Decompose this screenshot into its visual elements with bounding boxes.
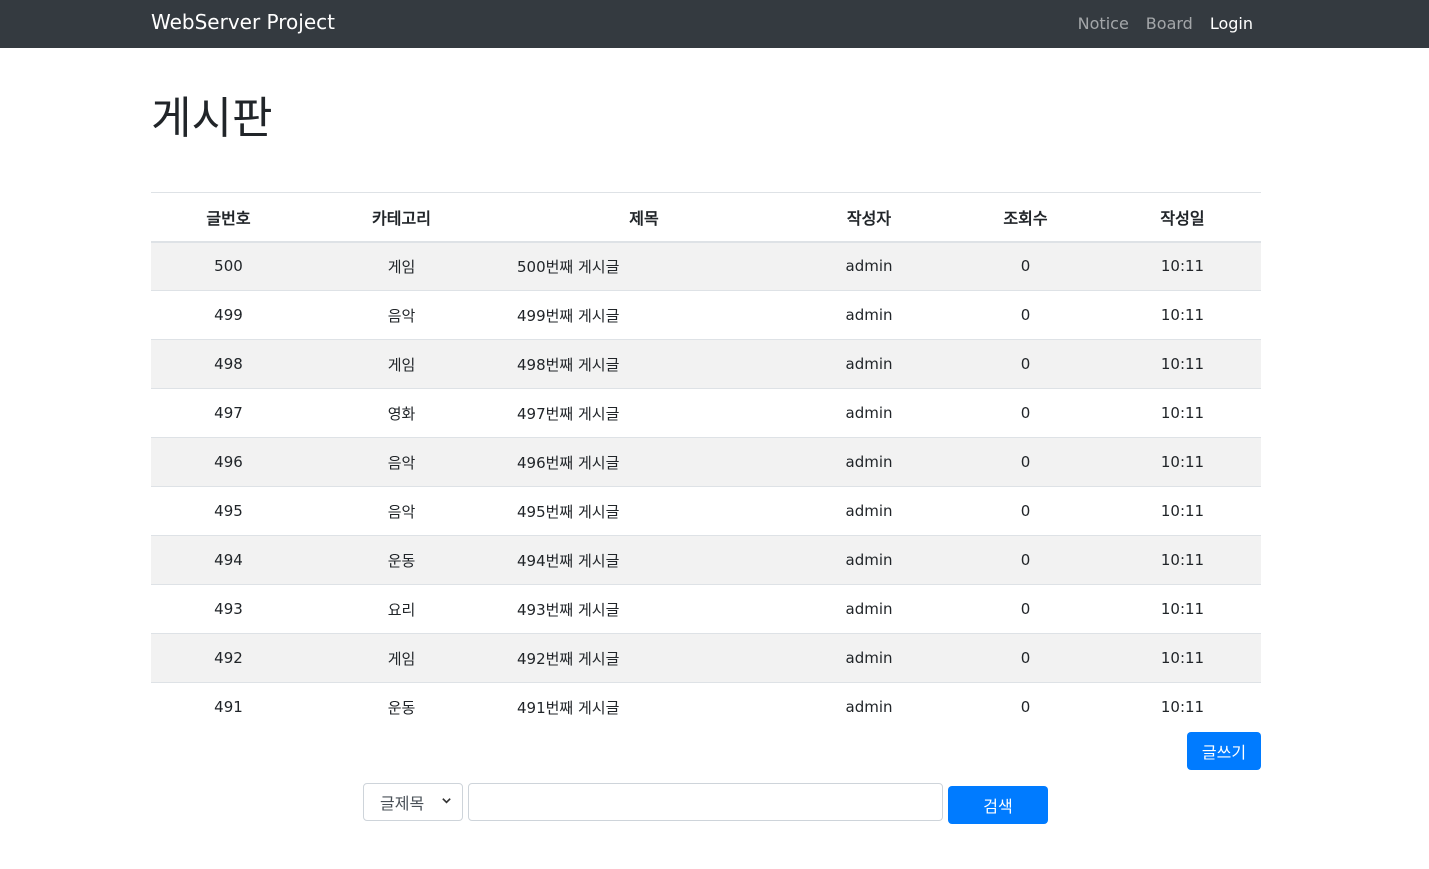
nav-links: Notice Board Login [1061, 0, 1253, 48]
cell-category: 음악 [306, 290, 497, 340]
cell-date: 10:11 [1104, 437, 1261, 487]
search-type-value: 글제목 [380, 794, 425, 813]
cell-date: 10:11 [1104, 388, 1261, 438]
cell-author: admin [791, 682, 947, 732]
nav-notice-link[interactable]: Notice [1078, 4, 1129, 44]
table-row[interactable]: 493 요리 493번째 게시글 admin 0 10:11 [151, 584, 1261, 634]
chevron-down-icon [441, 795, 452, 809]
search-input[interactable] [468, 783, 943, 821]
cell-views: 0 [947, 584, 1104, 634]
cell-post-number: 499 [151, 290, 306, 340]
cell-views: 0 [947, 486, 1104, 536]
cell-author: admin [791, 388, 947, 438]
cell-author: admin [791, 437, 947, 487]
cell-category: 음악 [306, 437, 497, 487]
cell-title[interactable]: 494번째 게시글 [497, 535, 791, 585]
header-post-number: 글번호 [151, 192, 306, 243]
cell-author: admin [791, 584, 947, 634]
cell-author: admin [791, 290, 947, 340]
cell-post-number: 494 [151, 535, 306, 585]
table-row[interactable]: 499 음악 499번째 게시글 admin 0 10:11 [151, 290, 1261, 340]
header-views: 조회수 [947, 192, 1104, 243]
table-row[interactable]: 498 게임 498번째 게시글 admin 0 10:11 [151, 339, 1261, 389]
cell-views: 0 [947, 388, 1104, 438]
cell-author: admin [791, 339, 947, 389]
top-navbar: WebServer Project Notice Board Login [0, 0, 1429, 48]
cell-author: admin [791, 535, 947, 585]
cell-title[interactable]: 492번째 게시글 [497, 633, 791, 683]
cell-title[interactable]: 496번째 게시글 [497, 437, 791, 487]
cell-views: 0 [947, 682, 1104, 732]
page-title: 게시판 [151, 93, 273, 144]
write-post-button[interactable]: 글쓰기 [1187, 732, 1261, 770]
cell-author: admin [791, 633, 947, 683]
table-row[interactable]: 500 게임 500번째 게시글 admin 0 10:11 [151, 241, 1261, 291]
cell-author: admin [791, 241, 947, 291]
cell-title[interactable]: 491번째 게시글 [497, 682, 791, 732]
search-bar: 글제목 검색 [363, 780, 1048, 824]
cell-category: 요리 [306, 584, 497, 634]
search-button[interactable]: 검색 [948, 786, 1048, 824]
cell-views: 0 [947, 633, 1104, 683]
cell-date: 10:11 [1104, 290, 1261, 340]
cell-title[interactable]: 493번째 게시글 [497, 584, 791, 634]
cell-date: 10:11 [1104, 535, 1261, 585]
cell-date: 10:11 [1104, 584, 1261, 634]
table-row[interactable]: 496 음악 496번째 게시글 admin 0 10:11 [151, 437, 1261, 487]
cell-date: 10:11 [1104, 241, 1261, 291]
cell-title[interactable]: 495번째 게시글 [497, 486, 791, 536]
cell-category: 게임 [306, 633, 497, 683]
table-header-row: 글번호 카테고리 제목 작성자 조회수 작성일 [151, 192, 1261, 243]
cell-post-number: 500 [151, 241, 306, 291]
search-type-select[interactable]: 글제목 [363, 783, 463, 821]
table-row[interactable]: 492 게임 492번째 게시글 admin 0 10:11 [151, 633, 1261, 683]
cell-post-number: 491 [151, 682, 306, 732]
cell-author: admin [791, 486, 947, 536]
cell-views: 0 [947, 339, 1104, 389]
cell-post-number: 493 [151, 584, 306, 634]
cell-title[interactable]: 499번째 게시글 [497, 290, 791, 340]
header-author: 작성자 [791, 192, 947, 243]
nav-login-link[interactable]: Login [1210, 4, 1253, 44]
cell-post-number: 496 [151, 437, 306, 487]
cell-date: 10:11 [1104, 682, 1261, 732]
nav-board-link[interactable]: Board [1146, 4, 1193, 44]
cell-category: 게임 [306, 241, 497, 291]
cell-category: 음악 [306, 486, 497, 536]
cell-title[interactable]: 498번째 게시글 [497, 339, 791, 389]
cell-date: 10:11 [1104, 486, 1261, 536]
header-title: 제목 [497, 192, 791, 243]
brand-link[interactable]: WebServer Project [151, 0, 335, 48]
header-date: 작성일 [1104, 192, 1261, 243]
cell-views: 0 [947, 535, 1104, 585]
table-row[interactable]: 495 음악 495번째 게시글 admin 0 10:11 [151, 486, 1261, 536]
cell-title[interactable]: 500번째 게시글 [497, 241, 791, 291]
cell-post-number: 495 [151, 486, 306, 536]
table-row[interactable]: 497 영화 497번째 게시글 admin 0 10:11 [151, 388, 1261, 438]
cell-category: 게임 [306, 339, 497, 389]
cell-title[interactable]: 497번째 게시글 [497, 388, 791, 438]
cell-views: 0 [947, 290, 1104, 340]
table-row[interactable]: 491 운동 491번째 게시글 admin 0 10:11 [151, 682, 1261, 732]
cell-views: 0 [947, 241, 1104, 291]
cell-date: 10:11 [1104, 339, 1261, 389]
cell-views: 0 [947, 437, 1104, 487]
table-row[interactable]: 494 운동 494번째 게시글 admin 0 10:11 [151, 535, 1261, 585]
cell-date: 10:11 [1104, 633, 1261, 683]
cell-category: 운동 [306, 682, 497, 732]
header-category: 카테고리 [306, 192, 497, 243]
table-body: 500 게임 500번째 게시글 admin 0 10:11 499 음악 499번째 게시글 a… [151, 241, 1261, 732]
cell-category: 영화 [306, 388, 497, 438]
cell-post-number: 497 [151, 388, 306, 438]
cell-post-number: 492 [151, 633, 306, 683]
cell-post-number: 498 [151, 339, 306, 389]
board-table: 글번호 카테고리 제목 작성자 조회수 작성일 500 게임 500번째 게시글 ad… [151, 192, 1261, 732]
cell-category: 운동 [306, 535, 497, 585]
